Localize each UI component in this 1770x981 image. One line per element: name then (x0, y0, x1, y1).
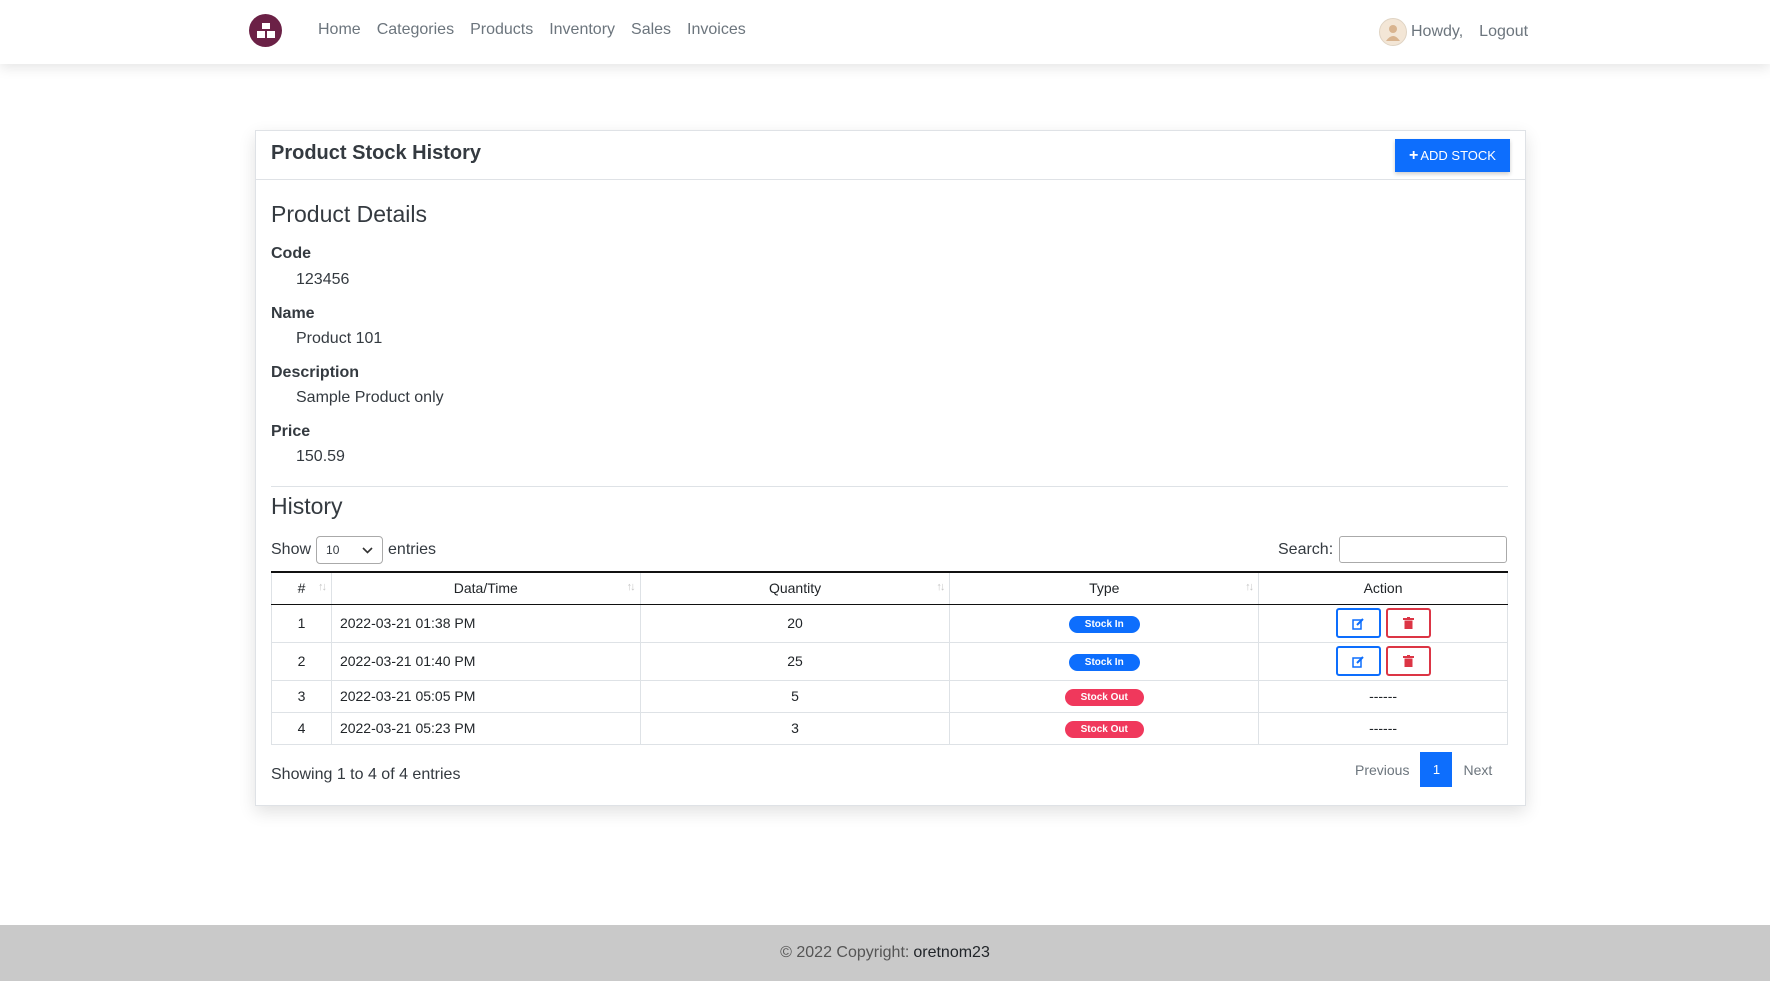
row-type: Stock In (949, 603, 1260, 643)
row-number: 1 (271, 603, 332, 643)
pagination: Previous 1 Next (1345, 752, 1502, 787)
table-row: 4 2022-03-21 05:23 PM 3 Stock Out ------ (271, 711, 1508, 745)
column-header-type[interactable]: Type ↑↓ (949, 571, 1260, 605)
logout-link[interactable]: Logout (1479, 23, 1528, 41)
row-type: Stock In (949, 641, 1260, 681)
entries-label: entries (388, 541, 437, 558)
column-header-datetime[interactable]: Data/Time ↑↓ (330, 571, 641, 605)
nav-products-link[interactable]: Products (470, 21, 533, 39)
row-quantity: 5 (639, 679, 951, 713)
sort-icon: ↑↓ (626, 581, 636, 593)
nav-categories-link[interactable]: Categories (377, 21, 454, 39)
delete-button[interactable] (1385, 646, 1431, 676)
row-datetime: 2022-03-21 01:40 PM (330, 641, 641, 681)
row-datetime: 2022-03-21 05:05 PM (330, 679, 641, 713)
edit-icon (1351, 617, 1364, 630)
table-row: 2 2022-03-21 01:40 PM 25 Stock In (271, 641, 1508, 681)
copyright-owner: oretnom23 (913, 944, 990, 961)
avatar[interactable] (1379, 18, 1407, 46)
row-number: 3 (271, 679, 332, 713)
row-action-placeholder: ------ (1258, 711, 1508, 745)
column-header-number[interactable]: # ↑↓ (271, 571, 332, 605)
description-label: Description (271, 364, 360, 381)
row-quantity: 25 (639, 641, 951, 681)
edit-button[interactable] (1335, 646, 1381, 676)
code-value: 123456 (296, 271, 350, 288)
nav-home-link[interactable]: Home (318, 21, 361, 39)
table-row: 1 2022-03-21 01:38 PM 20 Stock In (271, 603, 1508, 643)
code-label: Code (271, 245, 311, 262)
add-stock-button[interactable]: + ADD STOCK (1395, 139, 1510, 172)
column-header-quantity[interactable]: Quantity ↑↓ (639, 571, 951, 605)
page-1-button[interactable]: 1 (1420, 752, 1453, 787)
search-input[interactable] (1339, 536, 1508, 563)
copyright-text: © 2022 Copyright: (780, 944, 910, 961)
nav-links: Home Categories Products Inventory Sales… (318, 21, 762, 39)
add-stock-label: ADD STOCK (1420, 148, 1496, 163)
howdy-text[interactable]: Howdy, (1411, 23, 1463, 41)
edit-icon (1351, 655, 1364, 668)
previous-page-link[interactable]: Previous (1345, 762, 1419, 778)
row-type: Stock Out (949, 711, 1260, 745)
delete-button[interactable] (1385, 608, 1431, 638)
sort-icon: ↑↓ (317, 581, 327, 593)
row-number: 4 (271, 711, 332, 745)
name-value: Product 101 (296, 330, 383, 347)
history-heading: History (271, 493, 343, 519)
trash-icon (1402, 617, 1414, 629)
row-type: Stock Out (949, 679, 1260, 713)
description-value: Sample Product only (296, 389, 444, 406)
footer: © 2022 Copyright: oretnom23 (0, 925, 1770, 981)
row-actions (1258, 603, 1508, 643)
nav-invoices-link[interactable]: Invoices (687, 21, 746, 39)
row-datetime: 2022-03-21 01:38 PM (330, 603, 641, 643)
page-size-select[interactable]: 10 (316, 536, 384, 564)
section-divider (271, 486, 1508, 487)
card-header: Product Stock History + ADD STOCK (256, 131, 1525, 180)
edit-button[interactable] (1335, 608, 1381, 638)
page-size-value: 10 (326, 543, 340, 557)
table-info: Showing 1 to 4 of 4 entries (271, 766, 461, 783)
search-control: Search: (1278, 536, 1508, 563)
sort-icon: ↑↓ (1245, 581, 1254, 593)
row-actions (1258, 641, 1508, 681)
user-menu: Howdy, Logout (1379, 18, 1528, 46)
search-label: Search: (1278, 540, 1334, 558)
nav-sales-link[interactable]: Sales (631, 21, 671, 39)
chevron-down-icon (362, 546, 373, 554)
table-row: 3 2022-03-21 05:05 PM 5 Stock Out ------ (271, 679, 1508, 713)
page-size-control: Show 10 entries (271, 536, 436, 564)
column-header-action: Action (1258, 571, 1508, 605)
table-header-row: # ↑↓ Data/Time ↑↓ Quantity ↑↓ Type ↑↓ Action (271, 571, 1508, 605)
nav-inventory-link[interactable]: Inventory (549, 21, 615, 39)
stock-out-badge: Stock Out (1064, 720, 1144, 738)
plus-icon: + (1409, 146, 1419, 164)
name-label: Name (271, 305, 315, 322)
sort-icon: ↑↓ (936, 581, 945, 593)
row-quantity: 20 (639, 603, 951, 643)
history-table: # ↑↓ Data/Time ↑↓ Quantity ↑↓ Type ↑↓ Action… (271, 571, 1508, 745)
stock-history-card: Product Stock History + ADD STOCK Produc… (255, 130, 1526, 806)
brand-logo-icon[interactable] (249, 14, 282, 47)
stock-in-badge: Stock In (1068, 653, 1140, 671)
product-details-heading: Product Details (271, 201, 427, 227)
next-page-link[interactable]: Next (1453, 762, 1502, 778)
stock-in-badge: Stock In (1068, 615, 1140, 633)
top-navbar: Home Categories Products Inventory Sales… (0, 0, 1770, 64)
trash-icon (1402, 655, 1414, 667)
stock-out-badge: Stock Out (1064, 688, 1144, 706)
price-value: 150.59 (296, 448, 345, 465)
show-label: Show (271, 541, 312, 558)
row-number: 2 (271, 641, 332, 681)
price-label: Price (271, 423, 311, 440)
row-quantity: 3 (639, 711, 951, 745)
row-action-placeholder: ------ (1258, 679, 1508, 713)
row-datetime: 2022-03-21 05:23 PM (330, 711, 641, 745)
card-title: Product Stock History (271, 142, 482, 164)
